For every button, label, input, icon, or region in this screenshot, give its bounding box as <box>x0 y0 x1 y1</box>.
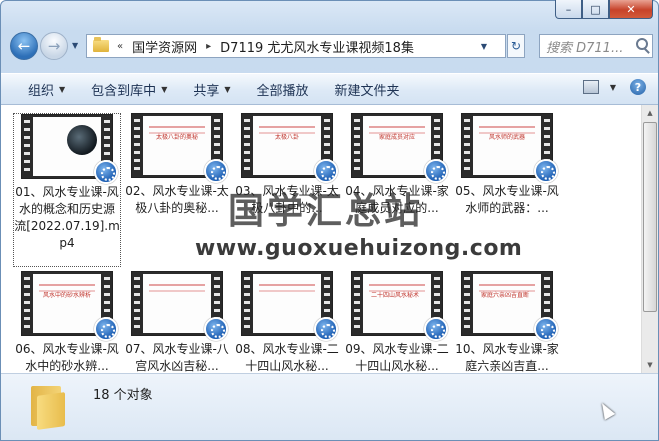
file-name: 06、风水专业课-风水中的砂水辨... <box>15 342 119 373</box>
thumbnail-caption: 家庭六亲凶吉直断（秘传） <box>481 292 533 299</box>
media-player-icon <box>314 159 338 183</box>
file-name: 09、风水专业课-二十四山风水秘... <box>345 342 449 373</box>
help-icon[interactable]: ? <box>630 79 646 95</box>
file-item[interactable]: 太极八卦的奥秘 02、风水专业课-太极八卦的奥秘... <box>123 113 231 217</box>
recent-pages-dropdown[interactable]: ▼ <box>72 41 78 50</box>
scroll-down-icon[interactable]: ▼ <box>642 357 658 373</box>
maximize-button[interactable]: □ <box>582 0 609 19</box>
media-player-icon <box>314 317 338 341</box>
chevron-down-icon: ▼ <box>224 84 231 94</box>
thumbnail-caption: 太极八卦的奥秘 <box>155 134 198 141</box>
breadcrumb-current-folder[interactable]: D7119 尤尤风水专业课视频18集 <box>220 37 414 56</box>
details-pane: 18 个对象 <box>1 373 658 440</box>
file-item[interactable]: 01、风水专业课-风水的概念和历史源流[2022.07.19].mp4 <box>13 113 121 267</box>
search-input[interactable]: 搜索 D711... <box>539 34 653 58</box>
chevron-down-icon: ▼ <box>161 84 168 94</box>
thumbnail-caption: 风水师的武器 <box>488 134 525 141</box>
share-menu[interactable]: 共享 ▼ <box>180 80 243 99</box>
minimize-button[interactable]: – <box>555 0 582 19</box>
organize-menu[interactable]: 组织 ▼ <box>15 80 78 99</box>
file-name: 01、风水专业课-风水的概念和历史源流[2022.07.19].mp4 <box>14 185 120 250</box>
video-thumbnail: 风水中的砂水辨析 <box>21 271 118 341</box>
command-toolbar: 组织 ▼ 包含到库中 ▼ 共享 ▼ 全部播放 新建文件夹 ▼ ? <box>1 73 658 105</box>
item-count: 18 个对象 <box>93 388 153 403</box>
address-bar[interactable]: « 国学资源网 ▸ D7119 尤尤风水专业课视频18集 ▼ ↻ <box>86 34 525 58</box>
video-thumbnail: 二十四山风水秘术（秘传） <box>351 271 448 341</box>
chevron-down-icon: ▼ <box>59 84 66 94</box>
file-name: 10、风水专业课-家庭六亲凶吉直... <box>455 342 559 373</box>
media-player-icon <box>534 159 558 183</box>
refresh-button[interactable]: ↻ <box>507 34 525 58</box>
forward-button[interactable]: → <box>40 32 68 60</box>
address-history-dropdown[interactable]: ▼ <box>481 42 487 51</box>
search-placeholder: 搜索 D711... <box>546 40 624 56</box>
file-item[interactable]: 家庭六亲凶吉直断（秘传） 10、风水专业课-家庭六亲凶吉直... <box>453 271 561 373</box>
file-name: 02、风水专业课-太极八卦的奥秘... <box>125 184 229 215</box>
thumbnail-caption: 太极八卦 <box>274 134 299 141</box>
file-item[interactable]: 风水师的武器 05、风水专业课-风水师的武器：... <box>453 113 561 217</box>
window-caption-buttons: – □ ✕ <box>555 0 653 20</box>
thumbnail-caption: 风水中的砂水辨析 <box>42 292 91 299</box>
navigation-bar: ← → ▼ « 国学资源网 ▸ D7119 尤尤风水专业课视频18集 ▼ ↻ 搜… <box>6 30 653 60</box>
media-player-icon <box>94 160 118 184</box>
scrollbar-thumb[interactable] <box>643 122 657 312</box>
video-thumbnail: 太极八卦的奥秘 <box>131 113 228 183</box>
folder-icon <box>29 384 69 430</box>
file-item[interactable]: 风水中的砂水辨析 06、风水专业课-风水中的砂水辨... <box>13 271 121 373</box>
change-view-icon[interactable] <box>582 80 599 94</box>
play-all-button[interactable]: 全部播放 <box>244 80 322 99</box>
breadcrumb-overflow[interactable]: « <box>117 41 123 52</box>
video-thumbnail: 风水师的武器 <box>461 113 558 183</box>
breadcrumb-guoxue[interactable]: 国学资源网 <box>132 37 197 56</box>
file-item[interactable]: 二十四山风水秘术（秘传） 09、风水专业课-二十四山风水秘... <box>343 271 451 373</box>
file-name: 08、风水专业课-二十四山风水秘... <box>235 342 339 373</box>
folder-icon <box>93 37 109 52</box>
video-thumbnail: 家庭六亲凶吉直断（秘传） <box>461 271 558 341</box>
video-thumbnail <box>241 271 338 341</box>
scroll-up-icon[interactable]: ▲ <box>642 105 658 121</box>
media-player-icon <box>534 317 558 341</box>
file-item[interactable]: 07、风水专业课-八宫风水凶吉秘... <box>123 271 231 373</box>
thumbnail-caption: 家庭成员对应 <box>378 134 415 141</box>
file-item[interactable]: 08、风水专业课-二十四山风水秘... <box>233 271 341 373</box>
vertical-scrollbar[interactable]: ▲ ▼ <box>641 105 658 373</box>
back-button[interactable]: ← <box>10 32 38 60</box>
breadcrumb-separator-icon[interactable]: ▸ <box>206 41 211 52</box>
media-player-icon <box>94 317 118 341</box>
close-button[interactable]: ✕ <box>609 0 653 19</box>
video-thumbnail: 家庭成员对应 <box>351 113 448 183</box>
file-name: 07、风水专业课-八宫风水凶吉秘... <box>125 342 229 373</box>
media-player-icon <box>204 317 228 341</box>
media-player-icon <box>424 317 448 341</box>
watermark-url: www.guoxuehuizong.com <box>195 236 523 261</box>
search-icon[interactable] <box>636 38 648 50</box>
thumbnail-caption: 二十四山风水秘术（秘传） <box>371 292 423 299</box>
new-folder-button[interactable]: 新建文件夹 <box>322 80 413 99</box>
view-options-dropdown[interactable]: ▼ <box>610 83 616 92</box>
video-thumbnail <box>21 114 118 184</box>
video-thumbnail <box>131 271 228 341</box>
file-name: 05、风水专业课-风水师的武器：... <box>455 184 559 215</box>
media-player-icon <box>424 159 448 183</box>
video-thumbnail: 太极八卦 <box>241 113 338 183</box>
watermark-title: 国学汇总站 <box>228 190 424 232</box>
media-player-icon <box>204 159 228 183</box>
include-in-library-menu[interactable]: 包含到库中 ▼ <box>78 80 180 99</box>
